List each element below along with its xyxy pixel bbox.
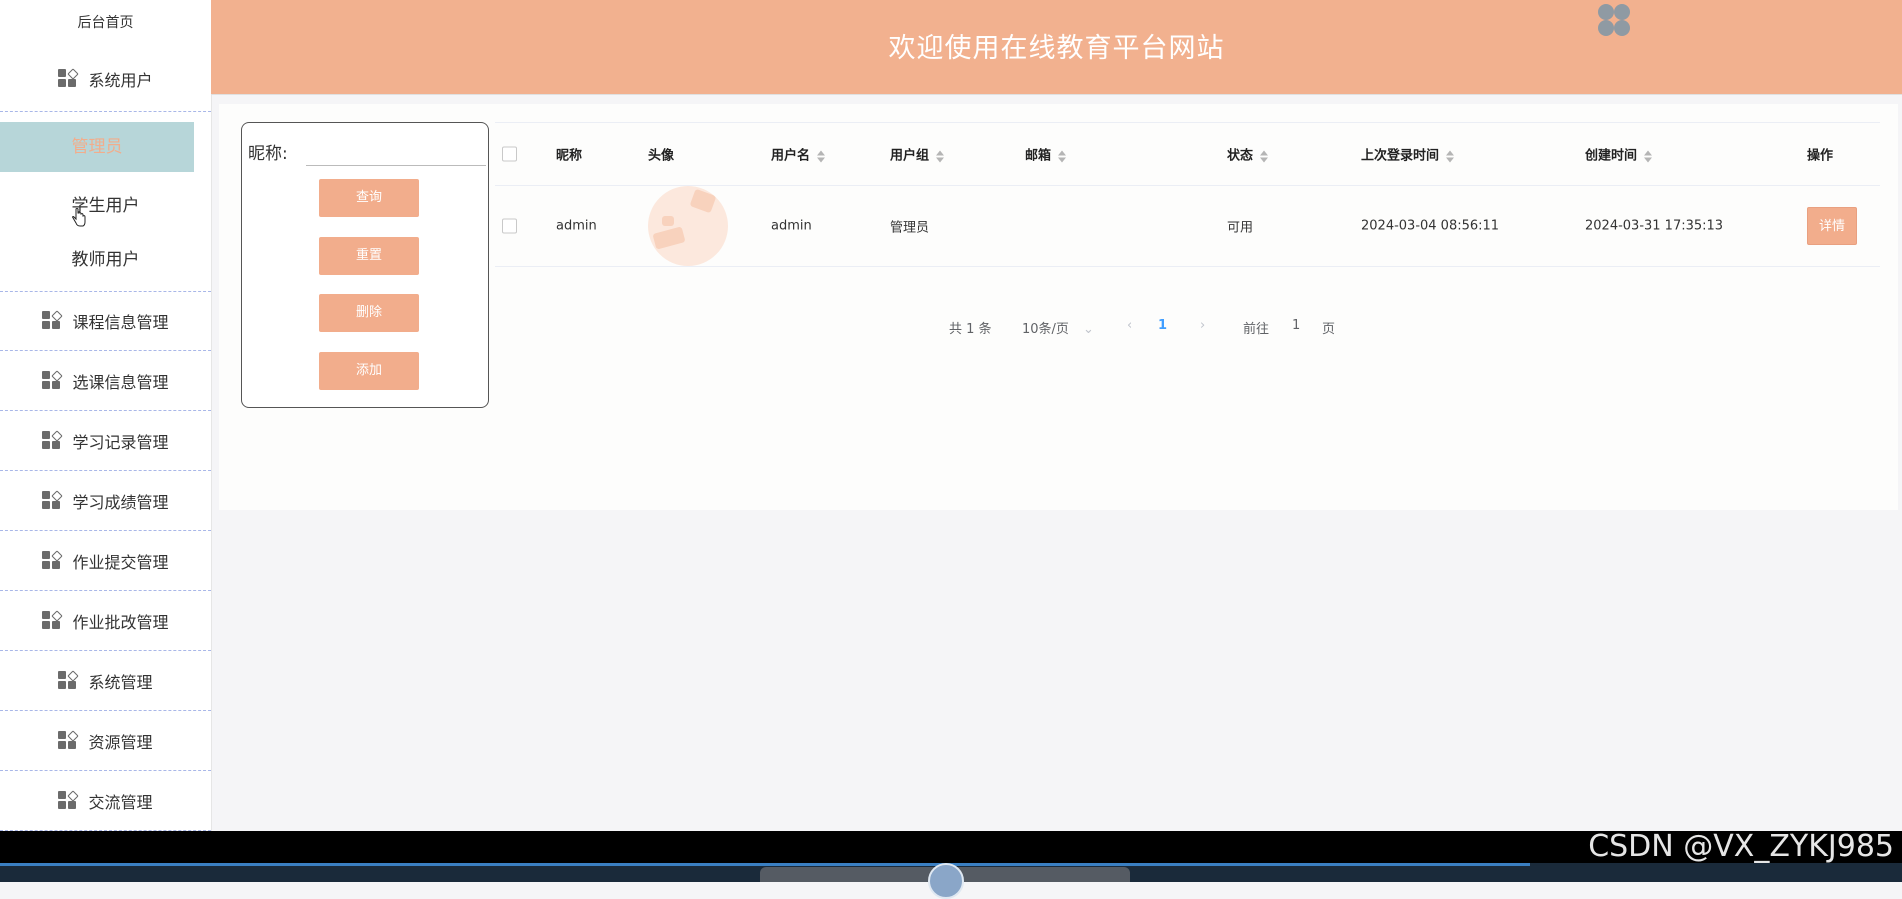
menu-grid-icon [58, 67, 80, 89]
col-email[interactable]: 邮箱 [1025, 145, 1067, 164]
prev-page-icon[interactable]: ‹ [1127, 318, 1132, 333]
nickname-label: 昵称: [248, 144, 288, 164]
player-knob-icon[interactable] [928, 863, 964, 899]
col-username-label: 用户名 [771, 148, 811, 164]
cell-created: 2024-03-31 17:35:13 [1585, 218, 1724, 234]
reset-button[interactable]: 重置 [319, 237, 419, 275]
menu-grid-icon [42, 310, 64, 331]
hand-cursor-icon [72, 208, 86, 227]
menu-communication-management[interactable]: 交流管理 [0, 771, 211, 831]
col-nickname: 昵称 [556, 148, 583, 164]
submenu-admin[interactable]: 管理员 [0, 122, 194, 172]
col-status[interactable]: 状态 [1227, 145, 1269, 164]
col-username[interactable]: 用户名 [771, 145, 826, 164]
col-email-label: 邮箱 [1025, 148, 1052, 164]
sidebar: 后台首页 系统用户 管理员 学生用户 教师用户 课程信息管理 选课信息管理 学习… [0, 0, 212, 831]
menu-label: 选课信息管理 [72, 372, 169, 392]
cell-group: 管理员 [890, 220, 930, 236]
page-title: 欢迎使用在线教育平台网站 [888, 33, 1225, 64]
submenu-student-users[interactable]: 学生用户 [0, 177, 211, 235]
col-actions: 操作 [1807, 148, 1834, 164]
col-group-label: 用户组 [890, 148, 930, 164]
cell-last-login: 2024-03-04 08:56:11 [1361, 218, 1500, 234]
delete-button[interactable]: 删除 [319, 294, 419, 332]
menu-grid-icon [42, 549, 64, 571]
col-last-login[interactable]: 上次登录时间 [1361, 145, 1455, 164]
sort-icon[interactable] [1445, 149, 1455, 163]
query-button[interactable]: 查询 [319, 179, 419, 217]
col-status-label: 状态 [1227, 148, 1254, 164]
user-table: 昵称 头像 用户名 用户组 邮箱 状态 上次登录时间 创建时间 操作 admin… [495, 122, 1880, 337]
menu-grid-icon [42, 609, 64, 631]
menu-system-users[interactable]: 系统用户 [0, 46, 211, 112]
page-size-select[interactable]: 10条/页 ⌄ [1022, 318, 1094, 337]
col-group[interactable]: 用户组 [890, 145, 945, 164]
goto-suffix: 页 [1322, 322, 1336, 337]
row-checkbox[interactable] [502, 218, 517, 234]
menu-grid-icon [42, 489, 64, 511]
next-page-icon[interactable]: › [1200, 318, 1205, 333]
select-all-checkbox[interactable] [502, 146, 517, 162]
menu-grid-icon [58, 729, 80, 751]
chevron-down-icon: ⌄ [1082, 322, 1094, 337]
menu-study-records[interactable]: 学习记录管理 [0, 411, 211, 471]
watermark-text: CSDN @VX_ZYKJ985 [1588, 829, 1894, 864]
detail-button[interactable]: 详情 [1807, 207, 1857, 245]
pagination: 共 1 条 10条/页 ⌄ ‹ 1 › 前往 1 页 [495, 312, 1880, 342]
menu-label: 交流管理 [88, 792, 153, 812]
menu-resource-management[interactable]: 资源管理 [0, 711, 211, 771]
menu-label: 作业提交管理 [72, 552, 169, 572]
menu-study-scores[interactable]: 学习成绩管理 [0, 471, 211, 531]
player-controls-strip [0, 863, 1902, 899]
menu-course-info[interactable]: 课程信息管理 [0, 291, 211, 351]
menu-course-selection[interactable]: 选课信息管理 [0, 351, 211, 411]
sort-icon[interactable] [935, 149, 945, 163]
video-overlay-bar: CSDN @VX_ZYKJ985 [0, 831, 1902, 863]
page-size-value: 10条/页 [1022, 322, 1069, 337]
menu-homework-submit[interactable]: 作业提交管理 [0, 531, 211, 591]
goto-prefix: 前往 [1243, 322, 1270, 337]
search-panel: 昵称: 查询 重置 删除 添加 [241, 122, 489, 408]
sidebar-home-link[interactable]: 后台首页 [0, 0, 211, 46]
sort-icon[interactable] [1643, 149, 1653, 163]
table-header-row: 昵称 头像 用户名 用户组 邮箱 状态 上次登录时间 创建时间 操作 [495, 122, 1880, 186]
menu-label: 学习成绩管理 [72, 492, 169, 512]
pagination-total: 共 1 条 [949, 322, 992, 337]
menu-grid-icon [42, 369, 64, 391]
nickname-input[interactable] [306, 133, 486, 166]
sort-icon[interactable] [816, 149, 826, 163]
menu-label: 资源管理 [88, 732, 153, 752]
menu-homework-grading[interactable]: 作业批改管理 [0, 591, 211, 651]
table-row: admin admin 管理员 可用 2024-03-04 08:56:11 2… [495, 186, 1880, 267]
menu-system-management[interactable]: 系统管理 [0, 651, 211, 711]
col-avatar: 头像 [648, 148, 675, 164]
user-avatar-image [648, 186, 728, 266]
progress-line [0, 863, 1530, 866]
user-avatar-icon[interactable] [1596, 2, 1632, 38]
add-button[interactable]: 添加 [319, 352, 419, 390]
menu-label: 系统管理 [88, 672, 153, 692]
menu-grid-icon [42, 429, 64, 451]
submenu-teacher-users[interactable]: 教师用户 [0, 235, 211, 291]
top-header: 欢迎使用在线教育平台网站 [211, 0, 1902, 95]
sort-icon[interactable] [1057, 149, 1067, 163]
cell-nickname: admin [556, 218, 597, 234]
menu-label: 系统用户 [88, 70, 153, 90]
goto-page-input[interactable]: 1 [1292, 318, 1300, 333]
cell-status: 可用 [1227, 220, 1254, 236]
col-created[interactable]: 创建时间 [1585, 145, 1653, 164]
menu-label: 课程信息管理 [72, 313, 169, 332]
sort-icon[interactable] [1259, 149, 1269, 163]
page-number-current[interactable]: 1 [1158, 318, 1167, 333]
menu-label: 学习记录管理 [72, 432, 169, 452]
col-last-login-label: 上次登录时间 [1361, 148, 1440, 164]
col-created-label: 创建时间 [1585, 148, 1638, 164]
main-panel: 昵称: 查询 重置 删除 添加 昵称 头像 用户名 用户组 邮箱 状态 上次登录… [219, 104, 1898, 510]
cell-username: admin [771, 218, 812, 234]
menu-grid-icon [58, 669, 80, 691]
menu-grid-icon [58, 789, 80, 811]
menu-label: 作业批改管理 [72, 612, 169, 632]
